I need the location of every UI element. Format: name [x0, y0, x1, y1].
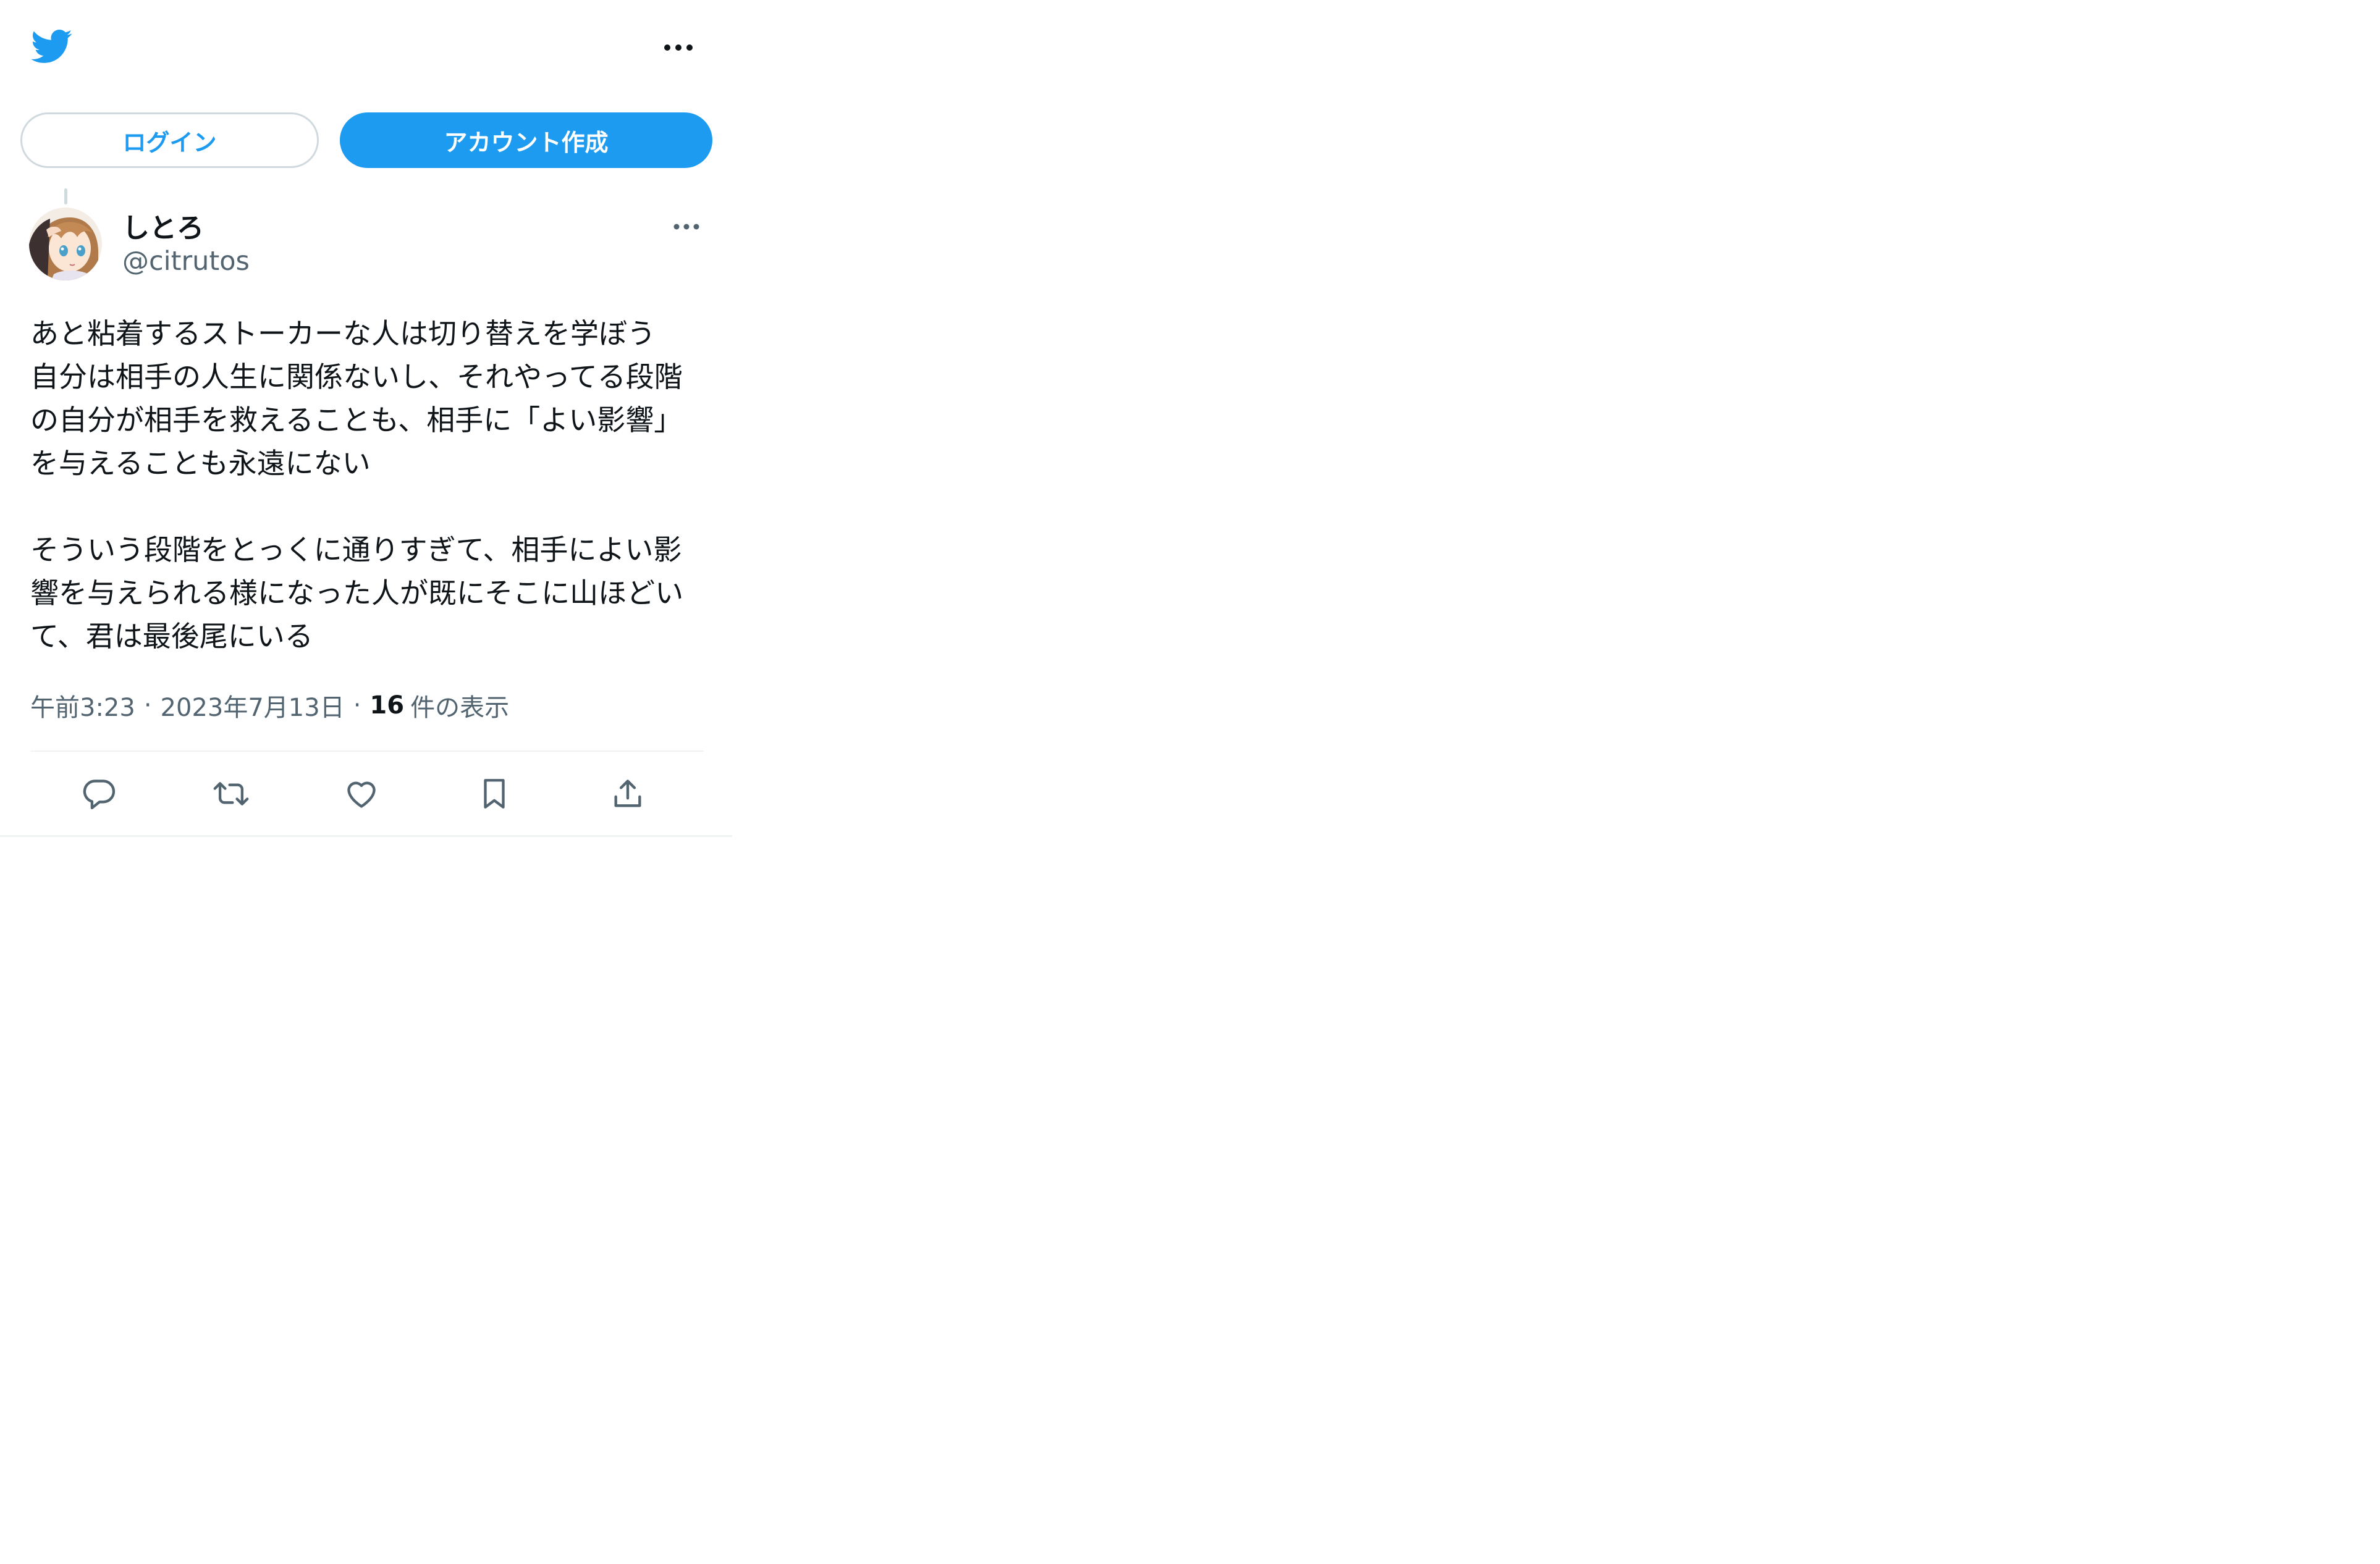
- author-display-name[interactable]: しとろ: [122, 206, 204, 245]
- share-icon[interactable]: [606, 772, 649, 815]
- bookmark-icon[interactable]: [473, 772, 516, 815]
- reply-icon[interactable]: [78, 772, 121, 815]
- avatar[interactable]: [29, 208, 102, 280]
- login-button[interactable]: ログイン: [20, 112, 319, 168]
- create-account-button[interactable]: アカウント作成: [340, 112, 712, 168]
- divider: [30, 750, 704, 752]
- author-handle[interactable]: @citrutos: [122, 246, 250, 277]
- meta-separator: ·: [353, 691, 361, 720]
- tweet-meta: 午前3:23 · 2023年7月13日 · 16 件の表示: [30, 687, 509, 724]
- views-count: 16: [369, 691, 405, 720]
- like-heart-icon[interactable]: [340, 772, 383, 815]
- tweet-time[interactable]: 午前3:23: [30, 687, 135, 723]
- twitter-bird-icon[interactable]: [28, 25, 74, 68]
- tweet-actions: [30, 766, 704, 822]
- top-bar: [0, 0, 732, 93]
- tweet-embed-page: ログイン アカウント作成 しとろ @citrutos あと粘着するストーカーな人…: [0, 0, 732, 840]
- tweet-date[interactable]: 2023年7月13日: [161, 687, 345, 723]
- meta-separator: ·: [143, 691, 152, 720]
- tweet-text: あと粘着するストーカーな人は切り替えを学ぼう 自分は相手の人生に関係ないし、それ…: [30, 317, 684, 653]
- more-horizontal-icon[interactable]: [660, 35, 697, 60]
- thread-connector-line: [64, 188, 67, 204]
- views-label: 件の表示: [410, 694, 510, 722]
- bottom-border: [0, 835, 732, 837]
- retweet-icon[interactable]: [209, 772, 253, 815]
- tweet-more-icon[interactable]: [669, 214, 704, 239]
